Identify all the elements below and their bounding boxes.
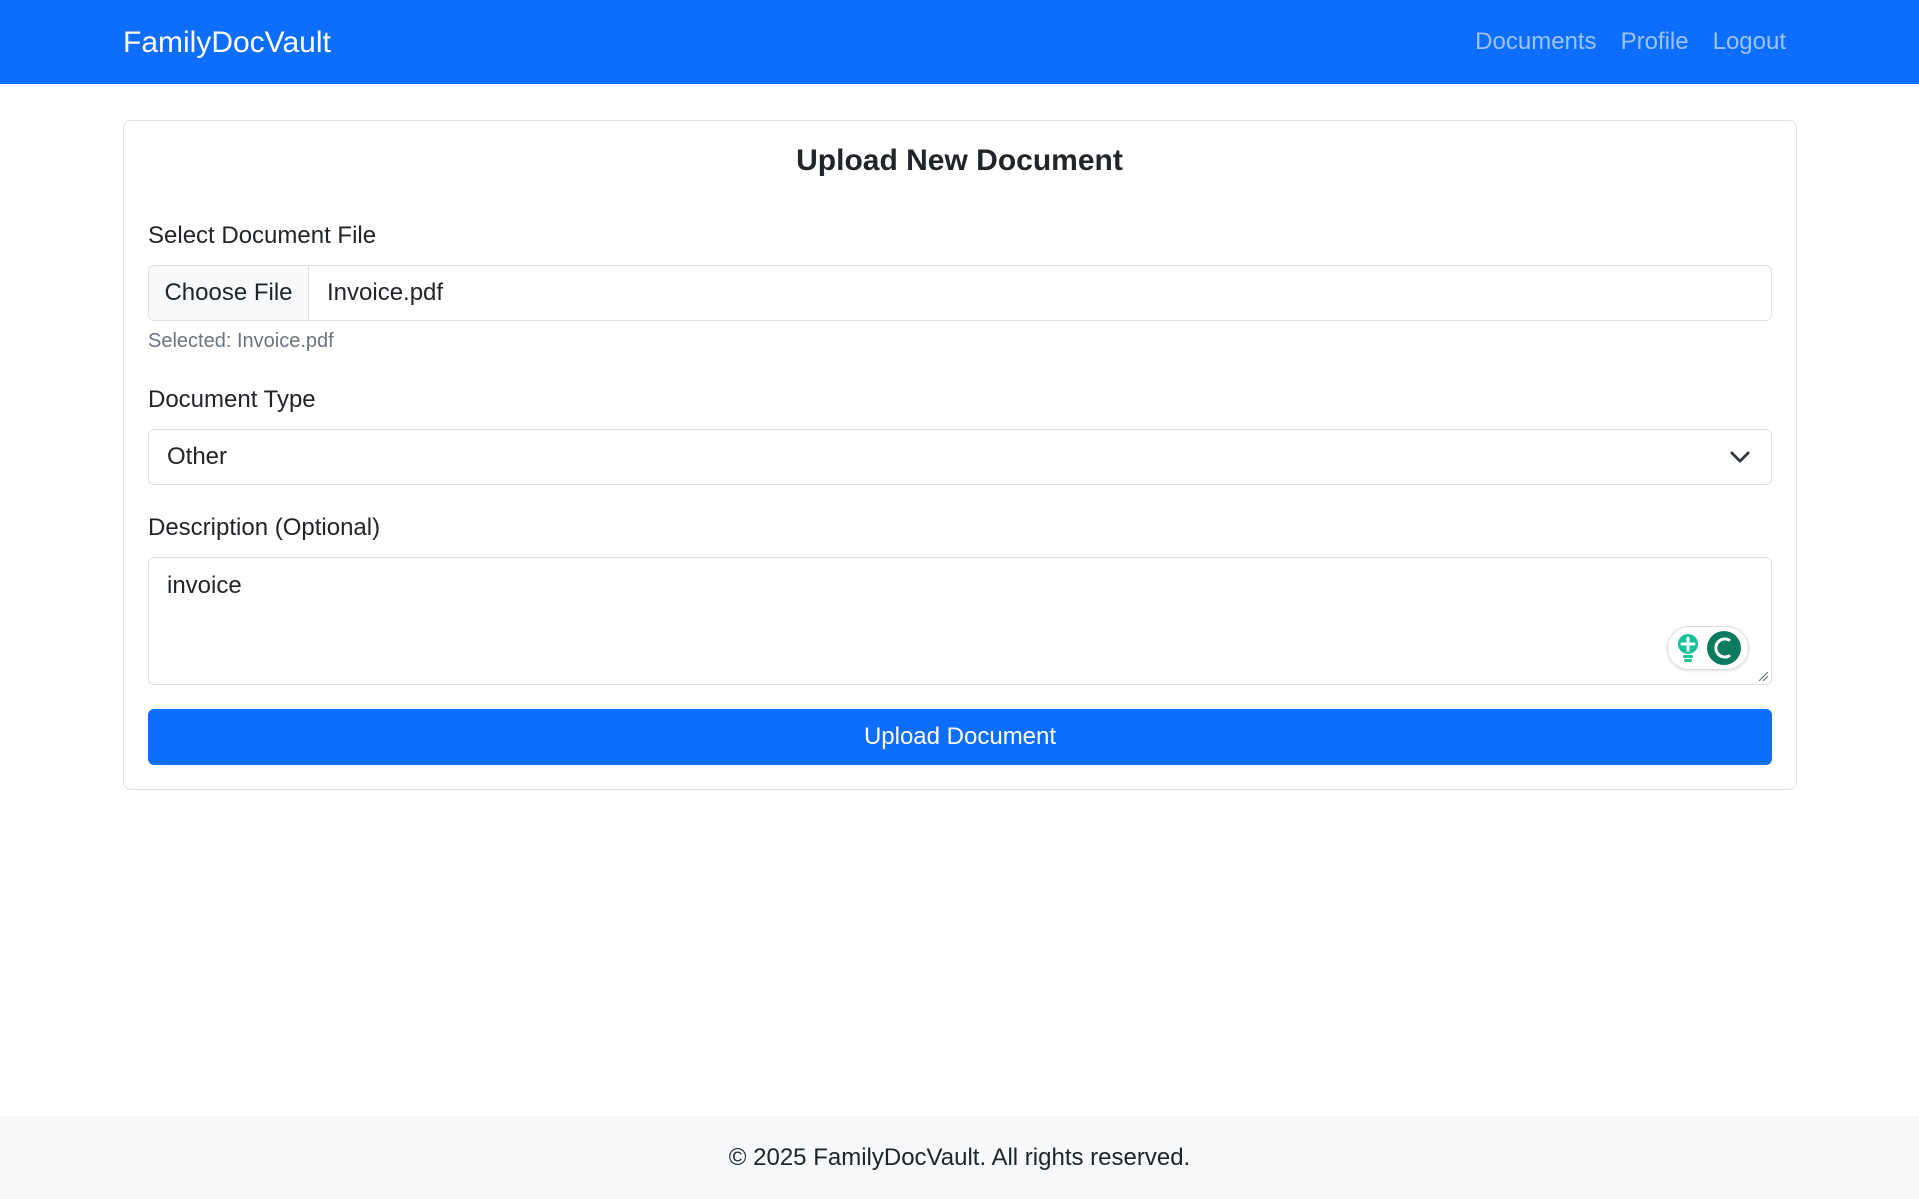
footer-text: © 2025 FamilyDocVault. All rights reserv… — [728, 1143, 1191, 1171]
description-textarea[interactable]: invoice — [148, 557, 1772, 685]
description-label: Description (Optional) — [148, 514, 381, 541]
nav-links: Documents Profile Logout — [1475, 0, 1786, 84]
document-type-value: Other — [167, 443, 228, 470]
footer: © 2025 FamilyDocVault. All rights reserv… — [0, 1116, 1919, 1199]
description-value: invoice — [167, 572, 242, 599]
resize-handle-icon[interactable] — [1755, 668, 1769, 682]
file-input[interactable]: Choose File Invoice.pdf — [148, 265, 1772, 321]
choose-file-button[interactable]: Choose File — [149, 266, 309, 320]
top-navbar: FamilyDocVault Documents Profile Logout — [0, 0, 1919, 84]
file-label: Select Document File — [148, 222, 377, 249]
writing-assistant-widget[interactable] — [1667, 626, 1749, 670]
document-type-select[interactable]: Other — [148, 429, 1772, 485]
brand-link[interactable]: FamilyDocVault — [123, 0, 331, 84]
document-type-label: Document Type — [148, 386, 316, 413]
nav-link-documents[interactable]: Documents — [1475, 0, 1596, 85]
nav-link-profile[interactable]: Profile — [1621, 0, 1689, 85]
nav-link-logout[interactable]: Logout — [1713, 0, 1786, 85]
page-title: Upload New Document — [796, 144, 1123, 177]
file-name-display: Invoice.pdf — [327, 279, 444, 306]
lightbulb-icon[interactable] — [1675, 633, 1701, 663]
grammar-assistant-icon[interactable] — [1707, 631, 1741, 665]
selected-file-hint: Selected: Invoice.pdf — [148, 330, 334, 352]
chevron-down-icon — [1730, 451, 1750, 463]
upload-document-button[interactable]: Upload Document — [148, 709, 1772, 765]
